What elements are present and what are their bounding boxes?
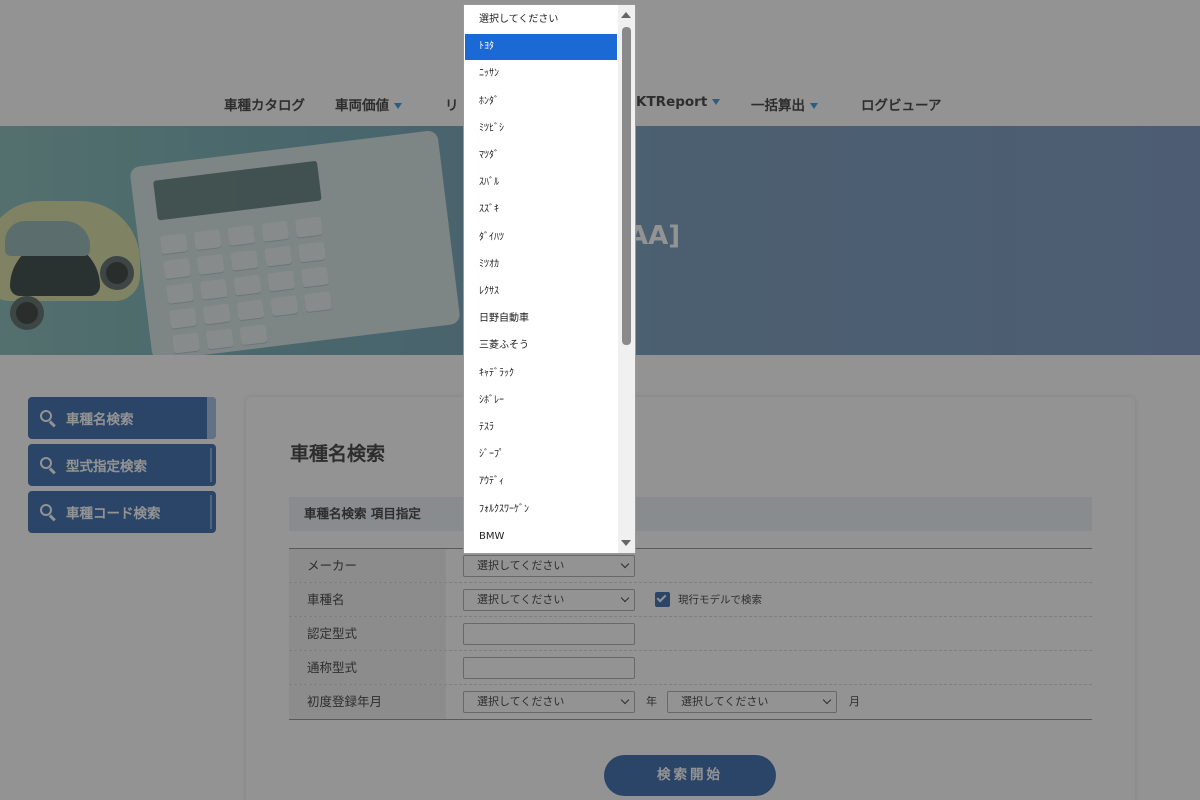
dropdown-scrollbar[interactable] (618, 5, 635, 553)
dropdown-option[interactable]: ｷｬﾃﾞﾗｯｸ (465, 361, 617, 387)
scrollbar-thumb[interactable] (622, 27, 631, 345)
dropdown-option[interactable]: ﾃｽﾗ (465, 415, 617, 441)
dropdown-option[interactable]: ﾎﾝﾀﾞ (465, 89, 617, 115)
dropdown-option[interactable]: ﾄﾖﾀ (465, 34, 617, 61)
dropdown-option[interactable]: ﾌｫﾙｸｽﾜｰｹﾞﾝ (465, 497, 617, 523)
dropdown-option[interactable]: 日野自動車 (465, 306, 617, 332)
dropdown-option[interactable]: BMW (465, 524, 617, 550)
dropdown-option[interactable]: ﾐﾂﾋﾞｼ (465, 116, 617, 142)
dropdown-option[interactable]: ｱｳﾃﾞｨ (465, 469, 617, 495)
dropdown-option[interactable]: ｼﾞｰﾌﾟ (465, 442, 617, 468)
scroll-up-arrow-icon[interactable] (621, 12, 631, 18)
maker-dropdown-list[interactable]: 選択してください ﾄﾖﾀ ﾆｯｻﾝ ﾎﾝﾀﾞ ﾐﾂﾋﾞｼ ﾏﾂﾀﾞ ｽﾊﾞﾙ ｽｽﾞｷ ﾀﾞｲﾊ… (463, 4, 636, 554)
dropdown-option[interactable]: 選択してください (465, 7, 617, 33)
dropdown-option[interactable]: ﾆｯｻﾝ (465, 61, 617, 87)
dropdown-option[interactable]: 三菱ふそう (465, 333, 617, 359)
dropdown-option[interactable]: ｽｽﾞｷ (465, 197, 617, 223)
dropdown-option[interactable]: ﾏﾂﾀﾞ (465, 143, 617, 169)
dropdown-option[interactable]: ﾐﾂｵｶ (465, 252, 617, 278)
scroll-down-arrow-icon[interactable] (621, 540, 631, 546)
dropdown-option[interactable]: ﾀﾞｲﾊﾂ (465, 225, 617, 251)
dropdown-option[interactable]: ｽﾊﾞﾙ (465, 170, 617, 196)
dropdown-option[interactable]: ｼﾎﾞﾚｰ (465, 388, 617, 414)
dropdown-option[interactable]: ﾚｸｻｽ (465, 279, 617, 305)
